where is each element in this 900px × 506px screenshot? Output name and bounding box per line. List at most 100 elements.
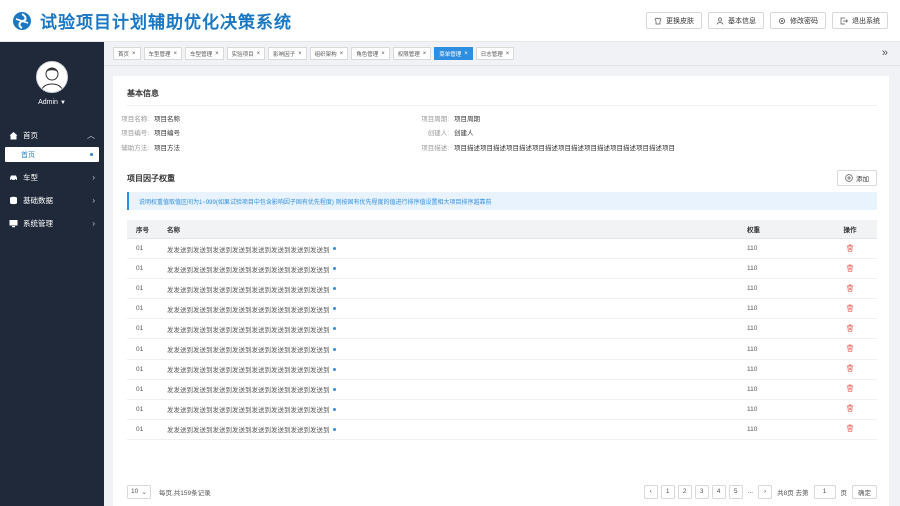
trash-icon[interactable]	[846, 404, 854, 412]
cell-weight: 110	[747, 405, 758, 413]
logout-button[interactable]: 退出系统	[832, 12, 888, 29]
basic-info-title: 基本信息	[127, 89, 159, 98]
page-number: 3	[699, 488, 704, 495]
page-button[interactable]: 1	[660, 484, 675, 499]
tab-menu-management[interactable]: 菜单管理 ×	[434, 47, 473, 60]
add-button[interactable]: 添加	[837, 170, 877, 186]
prev-page-button[interactable]: ‹	[643, 484, 658, 499]
page-button[interactable]: 4	[711, 484, 726, 499]
user-menu[interactable]: Admin ▼	[0, 99, 104, 106]
trash-icon[interactable]	[846, 344, 854, 352]
tab-label: 日志管理	[480, 51, 503, 58]
cell-name-text: 发发送到发送到发送到发送到发送到发送到发送到发送到	[167, 286, 330, 294]
pagination-controls: ‹ 1 2 3 4 5 ... › 共8页 去第 1 页 确定	[643, 484, 877, 499]
avatar[interactable]	[36, 61, 68, 93]
sidebar-item-label: 基础数据	[23, 196, 53, 205]
chevron-up-icon: ︿	[87, 131, 95, 140]
trash-icon[interactable]	[846, 284, 854, 292]
close-icon[interactable]: ×	[132, 51, 136, 57]
tab-impact-factor[interactable]: 影响因子 ×	[268, 47, 307, 60]
basic-info-button[interactable]: 基本信息	[708, 12, 764, 29]
close-icon[interactable]: ×	[381, 51, 385, 57]
logo-area: 试验项目计划辅助优化决策系统	[0, 8, 320, 33]
close-icon[interactable]: ×	[464, 51, 468, 57]
basic-info-label: 基本信息	[728, 17, 756, 25]
page-number: 4	[716, 488, 721, 495]
cell-weight: 110	[747, 425, 758, 433]
cell-ops	[823, 304, 877, 314]
page-button[interactable]: 5	[728, 484, 743, 499]
close-icon[interactable]: ×	[215, 51, 219, 57]
tab-label: 角色管理	[356, 51, 379, 58]
cell-name: 发发送到发送到发送到发送到发送到发送到发送到发送到	[159, 424, 747, 434]
cell-name-text: 发发送到发送到发送到发送到发送到发送到发送到发送到	[167, 266, 330, 274]
field-description: 项目描述: 项目描述项目描述项目描述项目描述项目描述项目描述项目描述项目描述项目	[413, 142, 675, 152]
tab-log-management[interactable]: 日志管理 ×	[475, 47, 515, 60]
cell-index: 01	[136, 365, 144, 373]
cell-index: 01	[136, 405, 144, 413]
field-label: 项目周期:	[421, 116, 449, 123]
close-icon[interactable]: ×	[174, 51, 178, 57]
field-label: 辅助方法:	[121, 145, 149, 152]
confirm-button[interactable]: 确定	[852, 484, 877, 499]
field-project-cycle: 项目周期: 项目周期	[413, 113, 480, 123]
tab-role-management[interactable]: 角色管理 ×	[351, 47, 390, 60]
tab-label: 车型管理	[190, 51, 213, 58]
goto-page-input[interactable]: 1	[813, 484, 836, 499]
cell-name: 发发送到发送到发送到发送到发送到发送到发送到发送到	[159, 244, 747, 254]
skin-icon	[654, 17, 662, 24]
sidebar-item-label: 车型	[23, 173, 38, 182]
close-icon[interactable]: ×	[506, 51, 510, 57]
sidebar-item-base-data[interactable]: 基础数据 ›	[0, 189, 104, 212]
close-icon[interactable]: ×	[257, 51, 261, 57]
dot-icon	[332, 307, 336, 311]
field-value: 项目描述项目描述项目描述项目描述项目描述项目描述项目描述项目描述项目	[454, 145, 675, 152]
sidebar-item-car[interactable]: 车型 ›	[0, 166, 104, 189]
cell-name: 发发送到发送到发送到发送到发送到发送到发送到发送到	[159, 264, 747, 274]
sidebar-subitem-home[interactable]: 首页	[5, 147, 99, 162]
cell-weight: 110	[747, 285, 758, 293]
cell-name: 发发送到发送到发送到发送到发送到发送到发送到发送到	[159, 304, 747, 314]
table-row: 01 发发送到发送到发送到发送到发送到发送到发送到发送到 110	[127, 400, 877, 420]
tab-organization[interactable]: 组织架构 ×	[309, 47, 349, 60]
tab-label: 权限管理	[397, 51, 420, 58]
cell-index: 01	[136, 285, 144, 293]
trash-icon[interactable]	[846, 324, 854, 332]
weight-notice: 说明权重值取值区间为1~999(如果试验项目中包含影响因子固有优先程度) 则按固…	[127, 192, 877, 210]
trash-icon[interactable]	[846, 304, 854, 312]
page-button[interactable]: 2	[677, 484, 692, 499]
trash-icon[interactable]	[846, 244, 854, 252]
app-title: 试验项目计划辅助优化决策系统	[40, 13, 292, 33]
sidebar-item-system[interactable]: 系统管理 ›	[0, 212, 104, 235]
cell-name-text: 发发送到发送到发送到发送到发送到发送到发送到发送到	[167, 246, 330, 254]
double-chevron-right-icon[interactable]: »	[882, 47, 888, 59]
trash-icon[interactable]	[846, 264, 854, 272]
tab-label: 菜单管理	[439, 51, 462, 58]
field-project-code: 项目编号: 项目编号	[113, 127, 180, 137]
close-icon[interactable]: ×	[298, 51, 302, 57]
page-unit: 页	[840, 489, 848, 497]
page-button[interactable]: 3	[694, 484, 709, 499]
trash-icon[interactable]	[846, 364, 854, 372]
tab-car-management[interactable]: 车型管理 ×	[143, 47, 183, 60]
page-size-select[interactable]: 10 ⌄	[127, 484, 151, 499]
sidebar-item-home[interactable]: 首页 ︿	[0, 124, 104, 147]
close-icon[interactable]: ×	[423, 51, 427, 57]
tab-home[interactable]: 首页 ×	[113, 47, 141, 60]
tab-label: 组织架构	[314, 51, 337, 58]
cell-name-text: 发发送到发送到发送到发送到发送到发送到发送到发送到	[167, 326, 330, 334]
trash-icon[interactable]	[846, 424, 854, 433]
trash-icon[interactable]	[846, 384, 854, 392]
tab-permission-management[interactable]: 权限管理 ×	[392, 47, 432, 60]
tab-car-management-2[interactable]: 车型管理 ×	[185, 47, 224, 60]
caret-down-icon: ▼	[59, 100, 66, 106]
tab-test-project[interactable]: 实验项目 ×	[226, 47, 266, 60]
change-password-button[interactable]: 修改密码	[770, 12, 826, 29]
field-label: 创建人:	[427, 130, 449, 137]
field-label: 项目名称:	[121, 116, 149, 123]
close-icon[interactable]: ×	[340, 51, 344, 57]
change-skin-button[interactable]: 更换皮肤	[646, 12, 702, 29]
table-row: 01 发发送到发送到发送到发送到发送到发送到发送到发送到 110	[127, 360, 877, 380]
field-label: 项目描述:	[421, 145, 449, 152]
next-page-button[interactable]: ›	[758, 484, 773, 499]
